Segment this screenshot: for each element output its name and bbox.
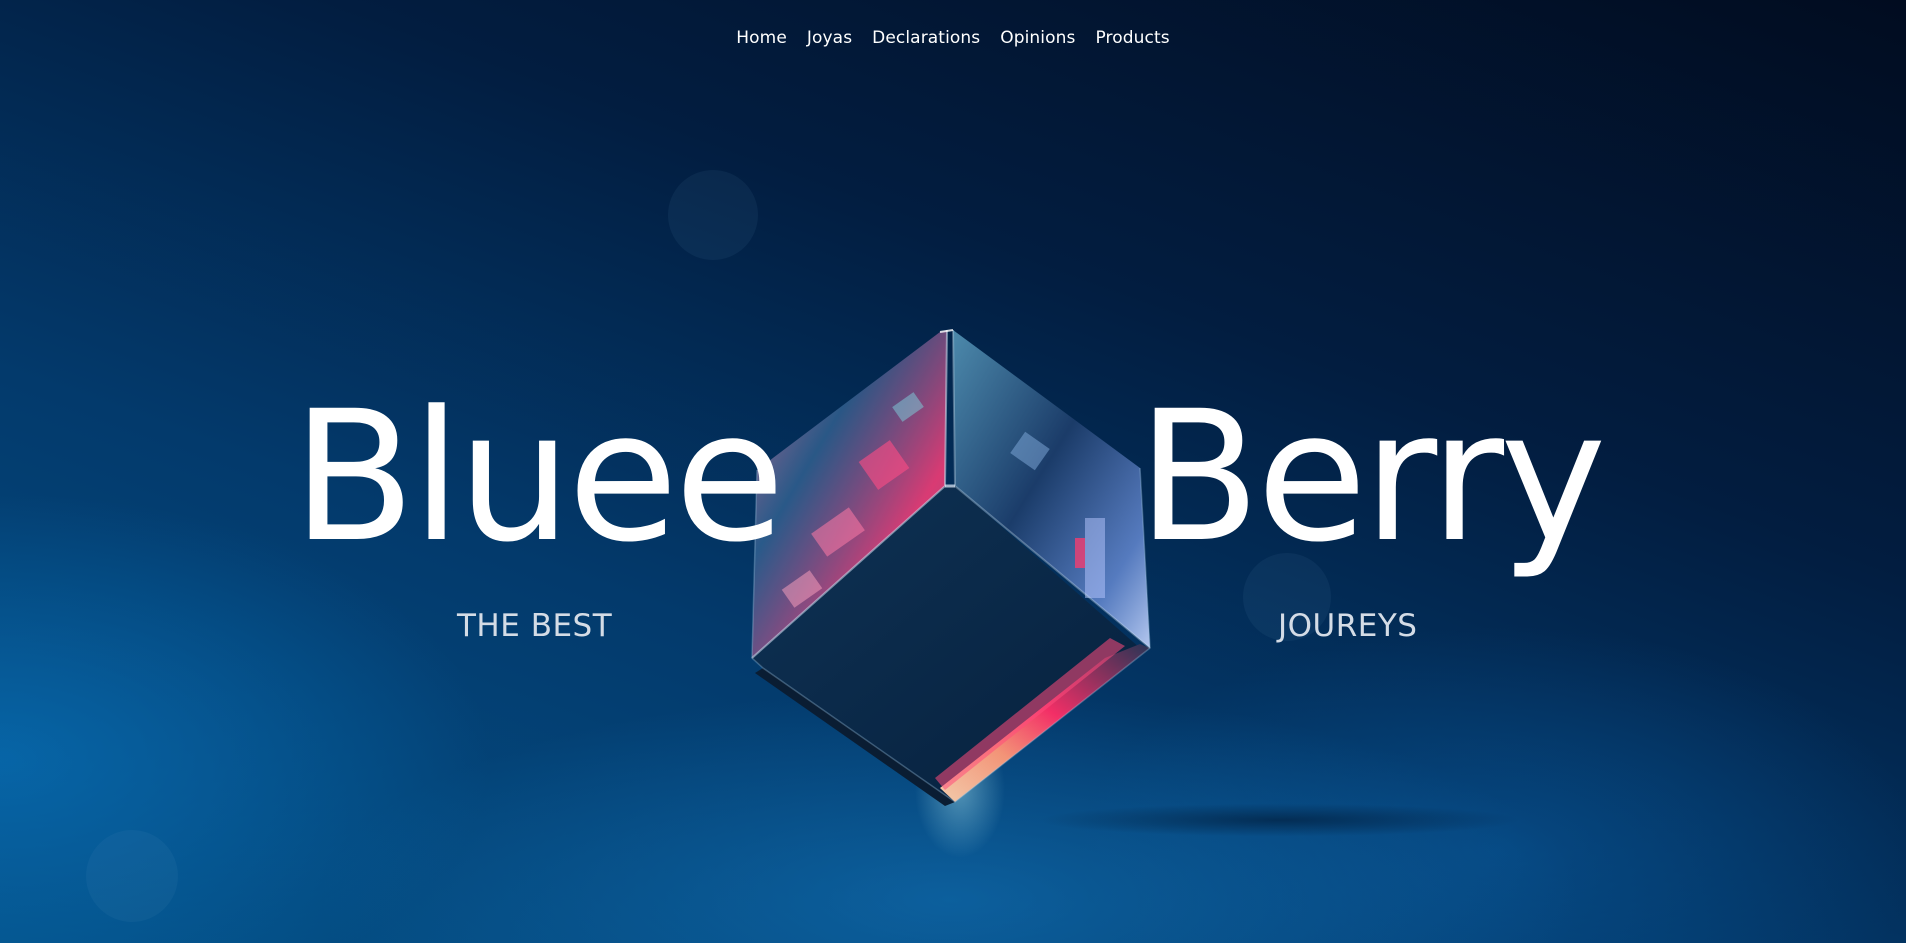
top-navigation: Home Joyas Declarations Opinions Product… [0, 28, 1906, 48]
hero-title-right: Berry [1137, 373, 1607, 582]
nav-item-products[interactable]: Products [1095, 28, 1169, 48]
decorative-bubble [668, 170, 758, 260]
hero-title-left: Bluee [292, 373, 785, 582]
nav-item-joyas[interactable]: Joyas [807, 28, 852, 48]
nav-item-declarations[interactable]: Declarations [872, 28, 980, 48]
nav-item-home[interactable]: Home [736, 28, 787, 48]
decorative-bubble [86, 830, 178, 922]
landing-page: Home Joyas Declarations Opinions Product… [0, 0, 1906, 943]
glass-cube-icon [745, 328, 1165, 808]
hero-subtitle-left: THE BEST [457, 608, 613, 644]
nav-item-opinions[interactable]: Opinions [1000, 28, 1075, 48]
hero-subtitle-right: JOUREYS [1278, 608, 1418, 644]
